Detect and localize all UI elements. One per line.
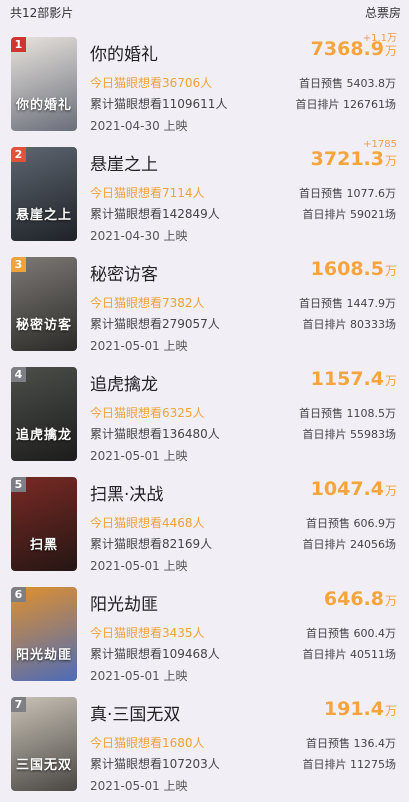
movie-title[interactable]: 扫黑·决战 [90, 480, 163, 505]
first-day-presale: 首日预售 1108.5万 [299, 407, 396, 420]
movie-title[interactable]: 秘密访客 [90, 260, 158, 285]
movie-card[interactable]: 2 悬崖之上 悬崖之上 +1785 3721.3万 今日猫眼想看7114人 累计… [0, 139, 409, 252]
release-date: 2021-05-01 上映 [90, 559, 188, 573]
box-office-value: 646.8 [323, 588, 384, 610]
release-date: 2021-05-01 上映 [90, 339, 188, 353]
movie-title[interactable]: 你的婚礼 [90, 40, 158, 65]
release-date: 2021-05-01 上映 [90, 669, 188, 683]
today-want: 今日猫眼想看7114人 [90, 186, 205, 200]
first-day-schedule: 首日排片 11275场 [302, 758, 397, 771]
movie-title[interactable]: 悬崖之上 [90, 150, 158, 175]
box-office-unit: 万 [384, 484, 397, 498]
movie-card[interactable]: 7 三国无双 真·三国无双 191.4万 今日猫眼想看1680人 累计猫眼想看1… [0, 692, 409, 802]
poster-image[interactable]: 1 你的婚礼 [11, 37, 77, 131]
poster-title: 悬崖之上 [15, 208, 72, 223]
rank-badge: 7 [11, 697, 26, 712]
first-day-presale: 首日预售 606.9万 [306, 517, 396, 530]
total-box-office-label: 总票房 [364, 6, 401, 20]
poster-image[interactable]: 3 秘密访客 [11, 257, 77, 351]
movie-count: 共12部影片 [10, 6, 74, 20]
cumulative-want: 累计猫眼想看279057人 [90, 317, 220, 331]
release-date: 2021-05-01 上映 [90, 779, 188, 793]
rank-badge: 5 [11, 477, 26, 492]
release-date: 2021-04-30 上映 [90, 229, 188, 243]
box-office-value: 1047.4 [310, 478, 384, 500]
today-want: 今日猫眼想看7382人 [90, 296, 205, 310]
box-office-unit: 万 [384, 374, 397, 388]
box-office: 1157.4万 [311, 368, 397, 390]
box-office-value: 3721.3 [310, 148, 384, 170]
cumulative-want: 累计猫眼想看82169人 [90, 537, 213, 551]
poster-title: 阳光劫匪 [15, 648, 72, 663]
box-office: 7368.9万 [311, 38, 397, 60]
first-day-schedule: 首日排片 126761场 [295, 98, 397, 111]
first-day-schedule: 首日排片 55983场 [302, 428, 397, 441]
rank-badge: 3 [11, 257, 26, 272]
movie-title[interactable]: 追虎擒龙 [90, 370, 158, 395]
movie-title[interactable]: 真·三国无双 [90, 700, 180, 725]
movie-title[interactable]: 阳光劫匪 [90, 590, 158, 615]
box-office: 3721.3万 [311, 148, 397, 170]
first-day-presale: 首日预售 600.4万 [306, 627, 396, 640]
today-want: 今日猫眼想看3435人 [90, 626, 205, 640]
poster-image[interactable]: 7 三国无双 [11, 697, 77, 791]
first-day-schedule: 首日排片 24056场 [302, 538, 397, 551]
first-day-schedule: 首日排片 59021场 [302, 208, 397, 221]
cumulative-want: 累计猫眼想看109468人 [90, 647, 220, 661]
release-date: 2021-04-30 上映 [90, 119, 188, 133]
movie-card[interactable]: 6 阳光劫匪 阳光劫匪 646.8万 今日猫眼想看3435人 累计猫眼想看109… [0, 582, 409, 692]
cumulative-want: 累计猫眼想看142849人 [90, 207, 220, 221]
first-day-presale: 首日预售 136.4万 [306, 737, 396, 750]
box-office: 191.4万 [324, 698, 397, 720]
today-want: 今日猫眼想看6325人 [90, 406, 205, 420]
today-want: 今日猫眼想看36706人 [90, 76, 213, 90]
poster-image[interactable]: 4 追虎擒龙 [11, 367, 77, 461]
movie-card[interactable]: 1 你的婚礼 你的婚礼 +1.1万 7368.9万 今日猫眼想看36706人 累… [0, 32, 409, 142]
box-office: 1608.5万 [311, 258, 397, 280]
box-office: 646.8万 [324, 588, 397, 610]
box-office-unit: 万 [384, 264, 397, 278]
movie-card[interactable]: 3 秘密访客 秘密访客 1608.5万 今日猫眼想看7382人 累计猫眼想看27… [0, 252, 409, 362]
box-office: 1047.4万 [311, 478, 397, 500]
poster-title: 扫黑 [29, 538, 58, 553]
movie-list: 1 你的婚礼 你的婚礼 +1.1万 7368.9万 今日猫眼想看36706人 累… [0, 32, 409, 802]
box-office-unit: 万 [384, 44, 397, 58]
rank-badge: 4 [11, 367, 26, 382]
first-day-presale: 首日预售 1447.9万 [299, 297, 396, 310]
list-header: 共12部影片 总票房 [0, 0, 409, 30]
poster-title: 追虎擒龙 [15, 428, 72, 443]
release-date: 2021-05-01 上映 [90, 449, 188, 463]
box-office-value: 7368.9 [310, 38, 384, 60]
poster-image[interactable]: 5 扫黑 [11, 477, 77, 571]
rank-badge: 1 [11, 37, 26, 52]
movie-card[interactable]: 5 扫黑 扫黑·决战 1047.4万 今日猫眼想看4468人 累计猫眼想看821… [0, 472, 409, 582]
box-office-unit: 万 [384, 594, 397, 608]
poster-image[interactable]: 6 阳光劫匪 [11, 587, 77, 681]
poster-title: 三国无双 [15, 758, 72, 773]
first-day-presale: 首日预售 5403.8万 [299, 77, 396, 90]
box-office-unit: 万 [384, 154, 397, 168]
box-office-value: 1608.5 [310, 258, 384, 280]
box-office-value: 191.4 [323, 698, 384, 720]
box-office-value: 1157.4 [310, 368, 384, 390]
rank-badge: 6 [11, 587, 26, 602]
today-want: 今日猫眼想看1680人 [90, 736, 205, 750]
cumulative-want: 累计猫眼想看136480人 [90, 427, 220, 441]
cumulative-want: 累计猫眼想看107203人 [90, 757, 220, 771]
first-day-presale: 首日预售 1077.6万 [299, 187, 396, 200]
first-day-schedule: 首日排片 80333场 [302, 318, 397, 331]
poster-title: 你的婚礼 [15, 98, 72, 113]
poster-image[interactable]: 2 悬崖之上 [11, 147, 77, 241]
poster-title: 秘密访客 [15, 318, 72, 333]
cumulative-want: 累计猫眼想看1109611人 [90, 97, 228, 111]
movie-card[interactable]: 4 追虎擒龙 追虎擒龙 1157.4万 今日猫眼想看6325人 累计猫眼想看13… [0, 362, 409, 472]
box-office-unit: 万 [384, 704, 397, 718]
today-want: 今日猫眼想看4468人 [90, 516, 205, 530]
first-day-schedule: 首日排片 40511场 [302, 648, 397, 661]
rank-badge: 2 [11, 147, 26, 162]
